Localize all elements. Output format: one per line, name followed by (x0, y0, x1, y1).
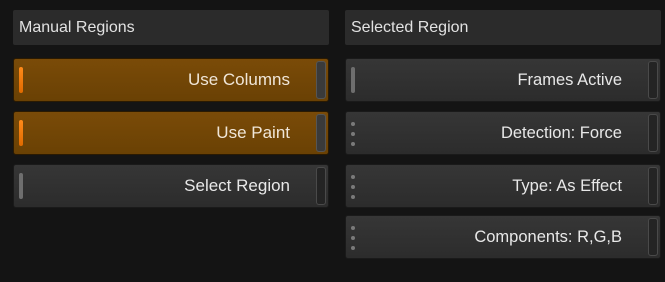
frames-active-button[interactable]: Frames Active (345, 58, 661, 102)
button-side-tab (648, 114, 658, 152)
cycle-dots-icon (351, 226, 355, 250)
type-as-effect-button[interactable]: Type: As Effect (345, 164, 661, 208)
button-side-tab (648, 61, 658, 99)
use-paint-label: Use Paint (216, 123, 290, 142)
selected-region-panel: Selected Region Frames Active Detection:… (345, 10, 661, 259)
use-columns-button[interactable]: Use Columns (13, 58, 329, 102)
cycle-dots-icon (351, 175, 355, 199)
frames-active-label: Frames Active (517, 70, 622, 89)
manual-regions-panel: Manual Regions Use Columns Use Paint Sel… (13, 10, 329, 208)
select-region-button[interactable]: Select Region (13, 164, 329, 208)
manual-regions-title: Manual Regions (19, 18, 135, 36)
button-side-tab (316, 114, 326, 152)
button-side-tab (648, 218, 658, 256)
button-side-tab (316, 61, 326, 99)
manual-regions-header: Manual Regions (13, 10, 329, 45)
toggle-indicator-icon (19, 120, 23, 146)
selected-region-title: Selected Region (351, 18, 469, 36)
use-paint-button[interactable]: Use Paint (13, 111, 329, 155)
detection-label: Detection: Force (500, 123, 622, 142)
button-side-tab (316, 167, 326, 205)
components-button[interactable]: Components: R,G,B (345, 215, 661, 259)
toggle-indicator-icon (19, 67, 23, 93)
cycle-dots-icon (351, 122, 355, 146)
components-label: Components: R,G,B (474, 227, 622, 246)
use-columns-label: Use Columns (187, 70, 290, 89)
button-side-tab (648, 167, 658, 205)
toggle-indicator-icon (19, 173, 23, 199)
selected-region-header: Selected Region (345, 10, 661, 45)
detection-force-button[interactable]: Detection: Force (345, 111, 661, 155)
type-label: Type: As Effect (512, 176, 622, 195)
toggle-indicator-icon (351, 67, 355, 93)
select-region-label: Select Region (184, 176, 290, 195)
